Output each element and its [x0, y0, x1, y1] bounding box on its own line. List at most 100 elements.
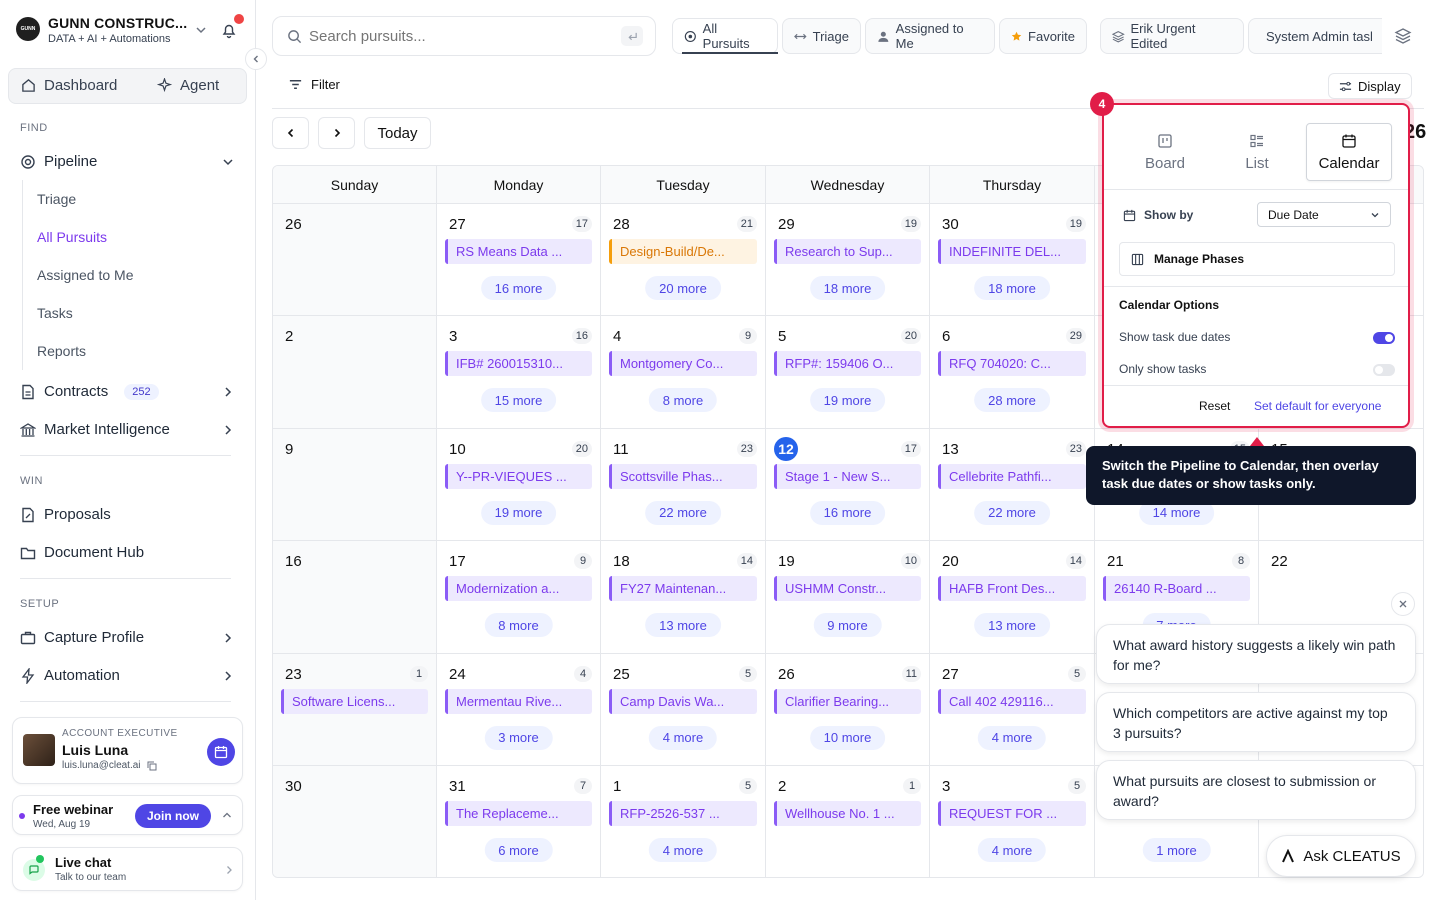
day-cell[interactable]: 3 16 IFB# 260015310... 15 more [437, 316, 601, 429]
more-events-button[interactable]: 18 more [809, 276, 886, 300]
calendar-event[interactable]: The Replaceme... [445, 801, 592, 826]
filter-button[interactable]: Filter [288, 77, 340, 92]
day-cell[interactable]: 19 10 USHMM Constr... 9 more [766, 541, 930, 654]
sidebar-item-tasks[interactable]: Tasks [37, 305, 73, 321]
day-cell[interactable]: 27 5 Call 402 429116... 4 more [930, 653, 1095, 766]
more-events-button[interactable]: 9 more [813, 613, 882, 638]
more-events-button[interactable]: 4 more [977, 838, 1047, 862]
sidebar-item-market-intelligence[interactable]: Market Intelligence [20, 421, 234, 438]
agent-tab[interactable]: Agent [157, 77, 219, 94]
chevron-up-icon[interactable] [222, 810, 232, 820]
search-input[interactable] [309, 26, 609, 46]
view-board-button[interactable]: Board [1122, 123, 1208, 181]
copy-icon[interactable] [147, 761, 157, 771]
day-cell[interactable]: 12 17 Stage 1 - New S... 16 more [766, 428, 930, 542]
collapse-sidebar-button[interactable] [245, 48, 267, 70]
calendar-event[interactable]: FY27 Maintenan... [609, 576, 757, 602]
day-cell[interactable]: 5 20 RFP#: 159406 O... 19 more [766, 316, 930, 429]
sidebar-item-pipeline[interactable]: Pipeline [20, 153, 234, 170]
calendar-event[interactable]: Design-Build/De... [609, 239, 757, 264]
more-events-button[interactable]: 19 more [809, 388, 886, 413]
suggestion-chip[interactable]: What award history suggests a likely win… [1096, 624, 1416, 684]
day-cell[interactable]: 18 14 FY27 Maintenan... 13 more [601, 541, 766, 654]
set-default-button[interactable]: Set default for everyone [1254, 399, 1381, 413]
more-events-button[interactable]: 8 more [648, 388, 718, 413]
day-cell[interactable]: 27 17 RS Means Data ... 16 more [437, 204, 601, 317]
dashboard-tab[interactable]: Dashboard [21, 77, 117, 94]
suggestion-chip[interactable]: Which competitors are active against my … [1096, 692, 1416, 752]
day-cell[interactable]: 28 21 Design-Build/De... 20 more [601, 204, 766, 317]
more-events-button[interactable]: 18 more [974, 276, 1050, 300]
day-cell[interactable]: 13 23 Cellebrite Pathfi... 22 more [930, 428, 1095, 542]
calendar-event[interactable]: Software Licens... [281, 688, 428, 714]
day-cell[interactable]: 17 9 Modernization a... 8 more [437, 541, 601, 654]
calendar-event[interactable]: IFB# 260015310... [445, 351, 592, 377]
view-calendar-button[interactable]: Calendar [1306, 123, 1392, 181]
calendar-event[interactable]: INDEFINITE DEL... [938, 239, 1086, 264]
sidebar-item-all-pursuits[interactable]: All Pursuits [37, 229, 107, 245]
more-events-button[interactable]: 4 more [648, 725, 718, 750]
calendar-event[interactable]: Cellebrite Pathfi... [938, 463, 1086, 489]
day-cell[interactable]: 20 14 HAFB Front Des... 13 more [930, 541, 1095, 654]
tab-assigned-to-me[interactable]: Assigned to Me [865, 18, 995, 54]
tab-erik-urgent-edited[interactable]: Erik Urgent Edited [1100, 18, 1244, 54]
day-cell[interactable]: 24 4 Mermentau Rive... 3 more [437, 653, 601, 766]
org-name[interactable]: GUNN CONSTRUC... [48, 15, 187, 31]
calendar-event[interactable]: Research to Sup... [774, 239, 921, 264]
calendar-event[interactable]: HAFB Front Des... [938, 576, 1086, 602]
calendar-event[interactable]: 26140 R-Board ... [1103, 576, 1250, 602]
day-cell[interactable]: 23 1 Software Licens... [273, 653, 437, 766]
day-cell[interactable]: 31 7 The Replaceme... 6 more [437, 766, 601, 877]
more-events-button[interactable]: 10 more [809, 725, 886, 750]
day-cell[interactable]: 26 11 Clarifier Bearing... 10 more [766, 653, 930, 766]
day-cell[interactable]: 9 [273, 428, 437, 542]
calendar-event[interactable]: Call 402 429116... [938, 688, 1086, 714]
more-events-button[interactable]: 28 more [974, 388, 1050, 413]
suggestion-chip[interactable]: What pursuits are closest to submission … [1096, 760, 1416, 820]
calendar-event[interactable]: Modernization a... [445, 576, 592, 602]
reset-button[interactable]: Reset [1199, 399, 1230, 413]
search-box[interactable] [272, 16, 656, 56]
close-suggestions-button[interactable] [1391, 592, 1415, 616]
next-month-button[interactable] [318, 117, 355, 149]
calendar-event[interactable]: RFQ 704020: C... [938, 351, 1086, 377]
more-events-button[interactable]: 4 more [977, 725, 1047, 750]
show-by-select[interactable]: Due Date [1257, 202, 1391, 227]
day-cell[interactable]: 29 19 Research to Sup... 18 more [766, 204, 930, 317]
today-button[interactable]: Today [364, 117, 431, 149]
sidebar-item-automation[interactable]: Automation [20, 667, 234, 684]
day-cell[interactable]: 30 [273, 766, 437, 877]
day-cell[interactable]: 10 20 Y--PR-VIEQUES ... 19 more [437, 428, 601, 542]
more-events-button[interactable]: 3 more [484, 725, 553, 750]
more-events-button[interactable]: 6 more [484, 838, 553, 862]
sidebar-item-triage[interactable]: Triage [37, 191, 76, 207]
more-events-button[interactable]: 13 more [974, 613, 1050, 638]
day-cell[interactable]: 16 [273, 541, 437, 654]
day-cell[interactable]: 3 5 REQUEST FOR ... 4 more [930, 766, 1095, 877]
calendar-event[interactable]: Wellhouse No. 1 ... [774, 801, 921, 826]
day-cell[interactable]: 2 1 Wellhouse No. 1 ... [766, 766, 930, 877]
calendar-event[interactable]: Scottsville Phas... [609, 463, 757, 489]
more-events-button[interactable]: 4 more [648, 838, 718, 862]
calendar-event[interactable]: Y--PR-VIEQUES ... [445, 463, 592, 489]
view-list-button[interactable]: List [1214, 123, 1300, 181]
day-cell[interactable]: 26 [273, 204, 437, 317]
day-cell[interactable]: 2 [273, 316, 437, 429]
only-show-tasks-toggle[interactable] [1373, 364, 1395, 376]
ask-cleatus-button[interactable]: Ask CLEATUS [1266, 835, 1416, 877]
prev-month-button[interactable] [272, 117, 309, 149]
sidebar-item-reports[interactable]: Reports [37, 343, 86, 359]
calendar-booking-button[interactable] [207, 738, 235, 766]
calendar-event[interactable]: Stage 1 - New S... [774, 463, 921, 489]
sidebar-item-contracts[interactable]: Contracts 252 [20, 383, 234, 400]
tab-system-admin-tasks[interactable]: System Admin tasl [1248, 18, 1382, 54]
sidebar-item-proposals[interactable]: Proposals [20, 506, 111, 523]
more-events-button[interactable]: 16 more [480, 276, 557, 300]
account-card[interactable]: ACCOUNT EXECUTIVE Luis Luna luis.luna@cl… [12, 717, 243, 784]
day-cell[interactable]: 4 9 Montgomery Co... 8 more [601, 316, 766, 429]
live-chat-card[interactable]: Live chat Talk to our team [12, 847, 243, 891]
more-events-button[interactable]: 8 more [484, 613, 553, 638]
calendar-event[interactable]: USHMM Constr... [774, 576, 921, 602]
sidebar-item-capture-profile[interactable]: Capture Profile [20, 629, 234, 646]
sidebar-item-document-hub[interactable]: Document Hub [20, 544, 144, 561]
